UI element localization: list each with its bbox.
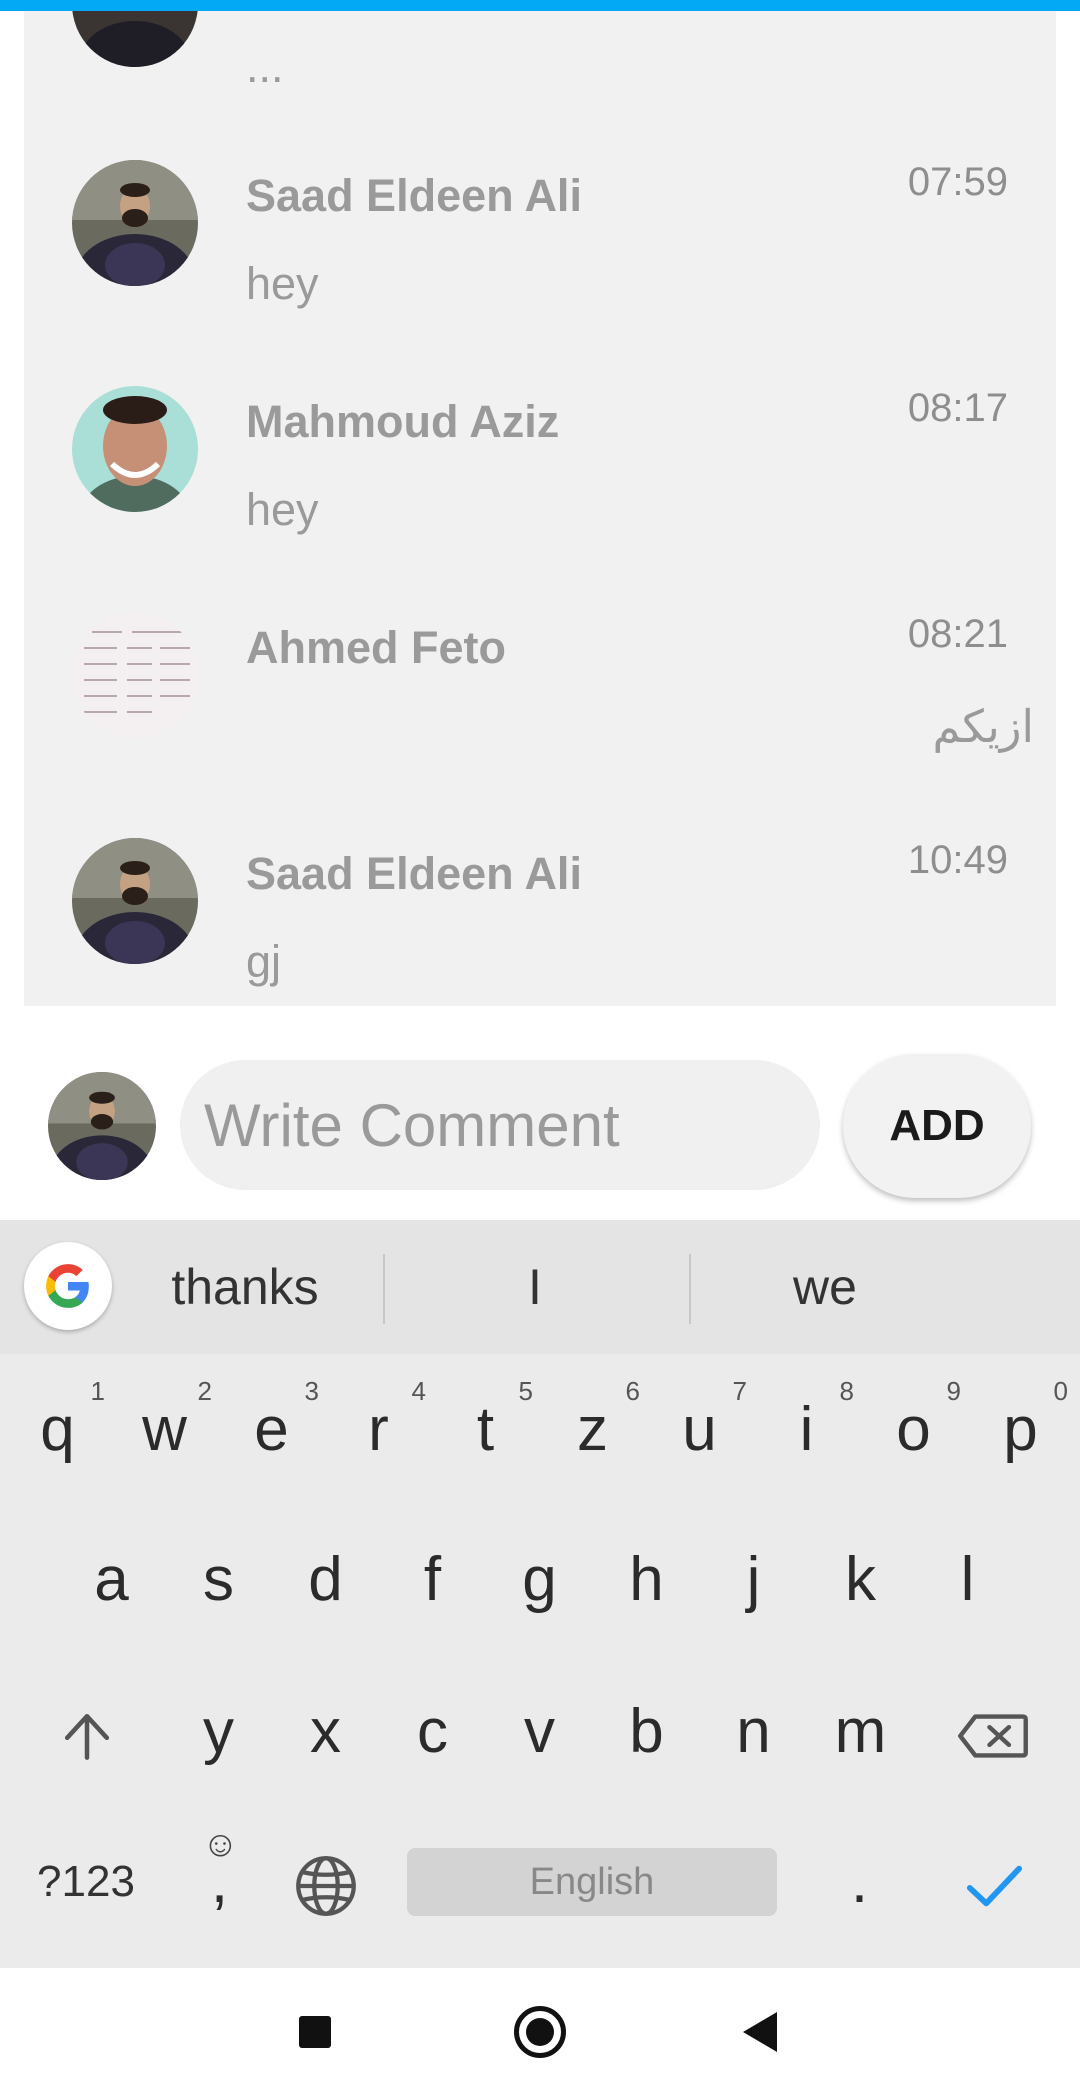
comment-text: hey — [246, 258, 319, 309]
avatar — [72, 11, 198, 67]
shift-arrow-icon[interactable] — [32, 1662, 142, 1802]
suggestion-3[interactable]: we — [710, 1220, 940, 1354]
comment-timestamp: 08:21 — [907, 612, 1008, 656]
key-x[interactable]: x — [272, 1662, 379, 1802]
space-bar[interactable]: English — [407, 1848, 777, 1916]
comment-item: Saad Eldeen Ali 10:49 gj — [24, 818, 1056, 1006]
symbols-key[interactable]: ?123 — [26, 1812, 146, 1952]
period-key[interactable]: . — [806, 1812, 913, 1952]
comment-item: ... — [24, 11, 1056, 92]
key-j[interactable]: j — [700, 1510, 807, 1650]
comment-timestamp: 08:17 — [907, 386, 1008, 430]
comment-text: ... — [246, 41, 284, 92]
comment-author[interactable]: Ahmed Feto — [246, 622, 506, 674]
comment-timestamp: 07:59 — [907, 160, 1008, 204]
suggestion-divider — [689, 1254, 691, 1324]
comments-list[interactable]: ... Saad Eldeen Ali 07:59 hey Mahmoud Az… — [24, 11, 1056, 1006]
checkmark-icon[interactable] — [940, 1812, 1047, 1952]
key-o[interactable]: o9 — [860, 1360, 967, 1500]
google-icon[interactable] — [24, 1242, 112, 1330]
comment-text: gj — [246, 936, 282, 987]
key-u[interactable]: u7 — [646, 1360, 753, 1500]
key-c[interactable]: c — [379, 1662, 486, 1802]
soft-keyboard: thanks I we q1 w2 e3 r4 t5 z6 u7 i8 o9 p… — [0, 1220, 1080, 1968]
comment-author[interactable]: Mahmoud Aziz — [246, 396, 559, 448]
comma-emoji-key[interactable]: ☺ , — [166, 1812, 273, 1952]
avatar[interactable] — [72, 386, 198, 512]
key-m[interactable]: m — [807, 1662, 914, 1802]
suggestion-divider — [383, 1254, 385, 1324]
compose-bar: ADD — [0, 1006, 1080, 1220]
comment-item: Ahmed Feto 08:21 ازيكم — [24, 592, 1056, 818]
triangle-back-icon[interactable] — [743, 2012, 777, 2052]
key-k[interactable]: k — [807, 1510, 914, 1650]
key-v[interactable]: v — [486, 1662, 593, 1802]
comment-author[interactable]: Saad Eldeen Ali — [246, 848, 582, 900]
key-w[interactable]: w2 — [111, 1360, 218, 1500]
my-avatar — [48, 1072, 156, 1180]
key-t[interactable]: t5 — [432, 1360, 539, 1500]
comment-author[interactable]: Saad Eldeen Ali — [246, 170, 582, 222]
key-e[interactable]: e3 — [218, 1360, 325, 1500]
key-f[interactable]: f — [379, 1510, 486, 1650]
key-g[interactable]: g — [486, 1510, 593, 1650]
key-n[interactable]: n — [700, 1662, 807, 1802]
suggestion-2[interactable]: I — [420, 1220, 650, 1354]
avatar[interactable] — [72, 612, 198, 738]
key-p[interactable]: p0 — [967, 1360, 1074, 1500]
key-h[interactable]: h — [593, 1510, 700, 1650]
comment-input[interactable] — [180, 1060, 820, 1190]
smiley-icon: ☺ — [202, 1823, 239, 1864]
key-b[interactable]: b — [593, 1662, 700, 1802]
key-l[interactable]: l — [914, 1510, 1021, 1650]
square-icon[interactable] — [299, 2016, 331, 2048]
top-accent-bar — [0, 0, 1080, 11]
key-s[interactable]: s — [165, 1510, 272, 1650]
key-q[interactable]: q1 — [4, 1360, 111, 1500]
comment-text: hey — [246, 484, 319, 535]
suggestion-1[interactable]: thanks — [130, 1220, 360, 1354]
backspace-icon[interactable] — [938, 1662, 1048, 1802]
comment-text: ازيكم — [932, 701, 1034, 752]
globe-icon[interactable] — [272, 1812, 379, 1952]
comment-timestamp: 10:49 — [907, 838, 1008, 882]
avatar[interactable] — [72, 838, 198, 964]
comment-item: Mahmoud Aziz 08:17 hey — [24, 366, 1056, 592]
suggestion-strip: thanks I we — [0, 1220, 1080, 1354]
key-r[interactable]: r4 — [325, 1360, 432, 1500]
key-i[interactable]: i8 — [753, 1360, 860, 1500]
key-a[interactable]: a — [58, 1510, 165, 1650]
key-z[interactable]: z6 — [539, 1360, 646, 1500]
circle-icon[interactable] — [514, 2006, 566, 2058]
avatar[interactable] — [72, 160, 198, 286]
add-comment-button[interactable]: ADD — [843, 1054, 1031, 1198]
key-d[interactable]: d — [272, 1510, 379, 1650]
system-nav-bar — [0, 1968, 1080, 2099]
comment-item: Saad Eldeen Ali 07:59 hey — [24, 140, 1056, 366]
